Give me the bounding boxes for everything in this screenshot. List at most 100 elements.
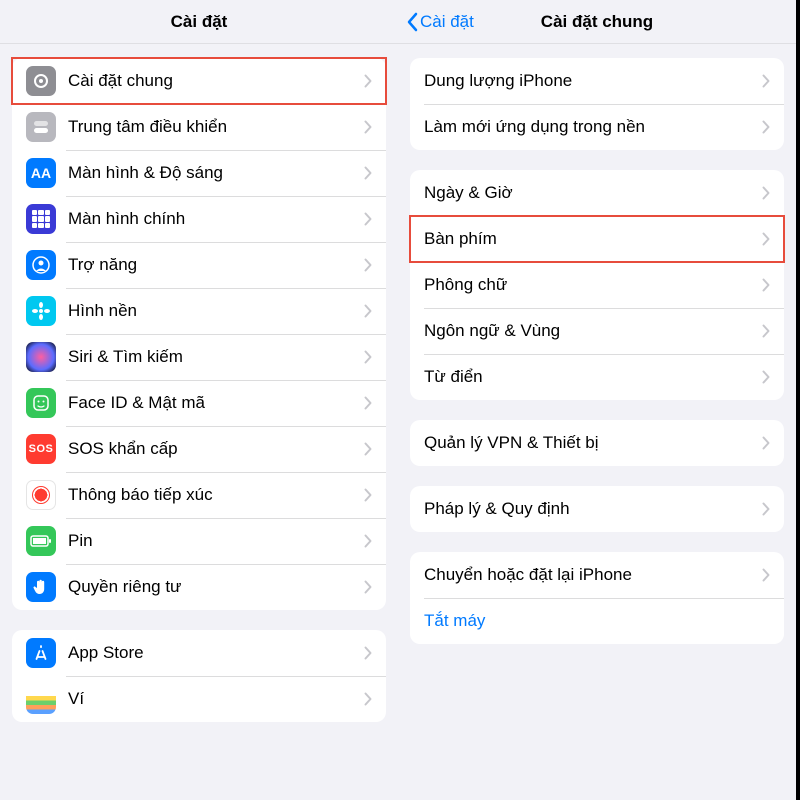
chevron-right-icon (364, 304, 372, 318)
row-label: Quyền riêng tư (68, 577, 364, 597)
list-row[interactable]: Ngôn ngữ & Vùng (410, 308, 784, 354)
chevron-right-icon (364, 692, 372, 706)
settings-group-main: Cài đặt chung Trung tâm điều khiển AA Màn h… (12, 58, 386, 610)
list-row[interactable]: Tắt máy (410, 598, 784, 644)
list-row[interactable]: Phông chữ (410, 262, 784, 308)
row-label: Pháp lý & Quy định (424, 499, 762, 519)
chevron-right-icon (364, 120, 372, 134)
chevron-right-icon (364, 74, 372, 88)
chevron-right-icon (762, 278, 770, 292)
list-row[interactable]: Bàn phím (410, 216, 784, 262)
header: Cài đặt (0, 0, 398, 44)
list-row[interactable]: Pháp lý & Quy định (410, 486, 784, 532)
row-label: Phông chữ (424, 275, 762, 295)
row-label: Quản lý VPN & Thiết bị (424, 433, 762, 453)
chevron-right-icon (762, 324, 770, 338)
chevron-right-icon (364, 442, 372, 456)
settings-row-accessibility-icon[interactable]: Trợ năng (12, 242, 386, 288)
chevron-right-icon (762, 502, 770, 516)
general-group-storage: Dung lượng iPhone Làm mới ứng dụng trong … (410, 58, 784, 150)
home-screen-icon (26, 204, 56, 234)
row-label: Thông báo tiếp xúc (68, 485, 364, 505)
row-label: Chuyển hoặc đặt lại iPhone (424, 565, 762, 585)
chevron-right-icon (762, 370, 770, 384)
page-title: Cài đặt chung (541, 12, 653, 32)
faceid-icon (26, 388, 56, 418)
settings-row-home-screen-icon[interactable]: Màn hình chính (12, 196, 386, 242)
general-group-vpn: Quản lý VPN & Thiết bị (410, 420, 784, 466)
row-label: Ngày & Giờ (424, 183, 762, 203)
row-label: Face ID & Mật mã (68, 393, 364, 413)
settings-row-display-icon[interactable]: AA Màn hình & Độ sáng (12, 150, 386, 196)
list-row[interactable]: Chuyển hoặc đặt lại iPhone (410, 552, 784, 598)
row-label: Ngôn ngữ & Vùng (424, 321, 762, 341)
list-row[interactable]: Dung lượng iPhone (410, 58, 784, 104)
settings-row-siri-icon[interactable]: Siri & Tìm kiếm (12, 334, 386, 380)
row-label: Trung tâm điều khiển (68, 117, 364, 137)
chevron-right-icon (364, 350, 372, 364)
settings-row-privacy-icon[interactable]: Quyền riêng tư (12, 564, 386, 610)
chevron-right-icon (762, 186, 770, 200)
chevron-right-icon (762, 436, 770, 450)
privacy-icon (26, 572, 56, 602)
chevron-right-icon (762, 120, 770, 134)
chevron-right-icon (364, 488, 372, 502)
sos-icon: SOS (26, 434, 56, 464)
settings-row-control-center-icon[interactable]: Trung tâm điều khiển (12, 104, 386, 150)
row-label: Bàn phím (424, 229, 762, 249)
accessibility-icon (26, 250, 56, 280)
control-center-icon (26, 112, 56, 142)
chevron-right-icon (364, 212, 372, 226)
chevron-right-icon (364, 580, 372, 594)
back-button[interactable]: Cài đặt (406, 12, 474, 32)
gear-icon (26, 66, 56, 96)
settings-row-sos-icon[interactable]: SOS SOS khẩn cấp (12, 426, 386, 472)
general-group-input: Ngày & Giờ Bàn phím Phông chữ Ngôn ngữ & Vù… (410, 170, 784, 400)
settings-row-battery-icon[interactable]: Pin (12, 518, 386, 564)
chevron-right-icon (364, 534, 372, 548)
settings-row-gear-icon[interactable]: Cài đặt chung (12, 58, 386, 104)
row-label: Dung lượng iPhone (424, 71, 762, 91)
general-group-legal: Pháp lý & Quy định (410, 486, 784, 532)
chevron-right-icon (762, 232, 770, 246)
row-label: Siri & Tìm kiếm (68, 347, 364, 367)
settings-row-faceid-icon[interactable]: Face ID & Mật mã (12, 380, 386, 426)
chevron-left-icon (406, 12, 418, 32)
wallet-icon (26, 684, 56, 714)
chevron-right-icon (364, 396, 372, 410)
row-label: Màn hình chính (68, 209, 364, 229)
list-row[interactable]: Quản lý VPN & Thiết bị (410, 420, 784, 466)
settings-row-wallet-icon[interactable]: Ví (12, 676, 386, 722)
page-title: Cài đặt (171, 12, 228, 32)
settings-row-wallpaper-icon[interactable]: Hình nền (12, 288, 386, 334)
row-label: Màn hình & Độ sáng (68, 163, 364, 183)
chevron-right-icon (762, 74, 770, 88)
row-label: Làm mới ứng dụng trong nền (424, 117, 762, 137)
siri-icon (26, 342, 56, 372)
list-row[interactable]: Ngày & Giờ (410, 170, 784, 216)
chevron-right-icon (364, 166, 372, 180)
back-label: Cài đặt (420, 12, 474, 32)
header: Cài đặt Cài đặt chung (398, 0, 796, 44)
appstore-icon (26, 638, 56, 668)
chevron-right-icon (762, 568, 770, 582)
row-label: Cài đặt chung (68, 71, 364, 91)
list-row[interactable]: Từ điển (410, 354, 784, 400)
settings-row-appstore-icon[interactable]: App Store (12, 630, 386, 676)
general-group-reset: Chuyển hoặc đặt lại iPhone Tắt máy (410, 552, 784, 644)
battery-icon (26, 526, 56, 556)
row-label: SOS khẩn cấp (68, 439, 364, 459)
display-icon: AA (26, 158, 56, 188)
row-label: Từ điển (424, 367, 762, 387)
row-label: Trợ năng (68, 255, 364, 275)
list-row[interactable]: Làm mới ứng dụng trong nền (410, 104, 784, 150)
row-label: Pin (68, 531, 364, 551)
row-label: Tắt máy (424, 611, 770, 631)
settings-row-exposure-icon[interactable]: Thông báo tiếp xúc (12, 472, 386, 518)
chevron-right-icon (364, 646, 372, 660)
wallpaper-icon (26, 296, 56, 326)
row-label: Hình nền (68, 301, 364, 321)
settings-group-store: App Store Ví (12, 630, 386, 722)
chevron-right-icon (364, 258, 372, 272)
row-label: Ví (68, 689, 364, 709)
